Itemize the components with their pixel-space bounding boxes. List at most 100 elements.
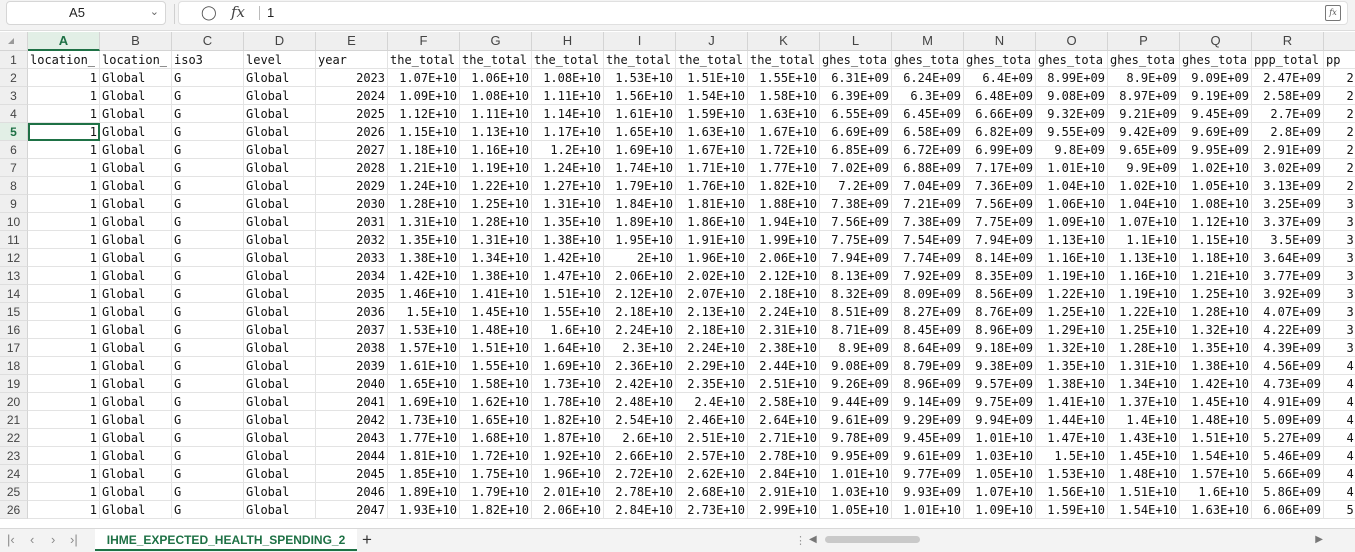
row-header-14[interactable]: 14 [0,285,28,303]
cell-o17[interactable]: 1.32E+10 [1036,339,1108,357]
cell-s12[interactable]: 3. [1324,249,1355,267]
cell-j12[interactable]: 1.96E+10 [676,249,748,267]
cell-j10[interactable]: 1.86E+10 [676,213,748,231]
cell-o25[interactable]: 1.56E+10 [1036,483,1108,501]
cell-l17[interactable]: 8.9E+09 [820,339,892,357]
cell-e13[interactable]: 2034 [316,267,388,285]
cell-i7[interactable]: 1.74E+10 [604,159,676,177]
cell-d9[interactable]: Global [244,195,316,213]
cell-d8[interactable]: Global [244,177,316,195]
cell-f3[interactable]: 1.09E+10 [388,87,460,105]
cell-k13[interactable]: 2.12E+10 [748,267,820,285]
cell-o16[interactable]: 1.29E+10 [1036,321,1108,339]
cell-m9[interactable]: 7.21E+09 [892,195,964,213]
cell-q2[interactable]: 9.09E+09 [1180,69,1252,87]
cell-m13[interactable]: 7.92E+09 [892,267,964,285]
cell-j14[interactable]: 2.07E+10 [676,285,748,303]
cell-q19[interactable]: 1.42E+10 [1180,375,1252,393]
next-sheet-icon[interactable]: › [51,532,55,547]
cell-i9[interactable]: 1.84E+10 [604,195,676,213]
cell-n25[interactable]: 1.07E+10 [964,483,1036,501]
row-header-16[interactable]: 16 [0,321,28,339]
row-header-26[interactable]: 26 [0,501,28,519]
column-header-e[interactable]: E [316,32,388,51]
cell-a9[interactable]: 1 [28,195,100,213]
cell-l2[interactable]: 6.31E+09 [820,69,892,87]
cell-c19[interactable]: G [172,375,244,393]
cell-s4[interactable]: 2. [1324,105,1355,123]
cell-h7[interactable]: 1.24E+10 [532,159,604,177]
cell-o18[interactable]: 1.35E+10 [1036,357,1108,375]
cell-i21[interactable]: 2.54E+10 [604,411,676,429]
cell-j1[interactable]: the_total [676,51,748,69]
cell-h5[interactable]: 1.17E+10 [532,123,604,141]
cell-q11[interactable]: 1.15E+10 [1180,231,1252,249]
last-sheet-icon[interactable]: ›| [70,532,78,547]
cell-n2[interactable]: 6.4E+09 [964,69,1036,87]
cell-b19[interactable]: Global [100,375,172,393]
cell-n3[interactable]: 6.48E+09 [964,87,1036,105]
row-header-21[interactable]: 21 [0,411,28,429]
cell-h1[interactable]: the_total [532,51,604,69]
column-header-m[interactable]: M [892,32,964,51]
sheet-tab-active[interactable]: IHME_EXPECTED_HEALTH_SPENDING_2 [95,529,357,551]
cell-l25[interactable]: 1.03E+10 [820,483,892,501]
row-header-10[interactable]: 10 [0,213,28,231]
cell-q8[interactable]: 1.05E+10 [1180,177,1252,195]
cell-e10[interactable]: 2031 [316,213,388,231]
cell-i22[interactable]: 2.6E+10 [604,429,676,447]
cell-c15[interactable]: G [172,303,244,321]
zoom-icon[interactable]: ◯ [201,4,217,21]
cell-m16[interactable]: 8.45E+09 [892,321,964,339]
cell-c3[interactable]: G [172,87,244,105]
cell-f11[interactable]: 1.35E+10 [388,231,460,249]
cell-o11[interactable]: 1.13E+10 [1036,231,1108,249]
cell-k16[interactable]: 2.31E+10 [748,321,820,339]
cell-g2[interactable]: 1.06E+10 [460,69,532,87]
cell-h21[interactable]: 1.82E+10 [532,411,604,429]
cell-f10[interactable]: 1.31E+10 [388,213,460,231]
cell-n26[interactable]: 1.09E+10 [964,501,1036,519]
cell-s14[interactable]: 3. [1324,285,1355,303]
cell-b14[interactable]: Global [100,285,172,303]
cell-b18[interactable]: Global [100,357,172,375]
cell-e2[interactable]: 2023 [316,69,388,87]
cell-j19[interactable]: 2.35E+10 [676,375,748,393]
cell-b23[interactable]: Global [100,447,172,465]
cell-s1[interactable]: pp [1324,51,1355,69]
cell-o8[interactable]: 1.04E+10 [1036,177,1108,195]
cell-m4[interactable]: 6.45E+09 [892,105,964,123]
cell-b4[interactable]: Global [100,105,172,123]
row-header-13[interactable]: 13 [0,267,28,285]
cell-p16[interactable]: 1.25E+10 [1108,321,1180,339]
row-header-22[interactable]: 22 [0,429,28,447]
cell-f8[interactable]: 1.24E+10 [388,177,460,195]
cell-m21[interactable]: 9.29E+09 [892,411,964,429]
cell-i25[interactable]: 2.78E+10 [604,483,676,501]
cell-i19[interactable]: 2.42E+10 [604,375,676,393]
cell-j21[interactable]: 2.46E+10 [676,411,748,429]
select-all-corner[interactable] [0,32,28,51]
cell-d12[interactable]: Global [244,249,316,267]
cell-a19[interactable]: 1 [28,375,100,393]
cell-r9[interactable]: 3.25E+09 [1252,195,1324,213]
cell-p3[interactable]: 8.97E+09 [1108,87,1180,105]
cell-d14[interactable]: Global [244,285,316,303]
cell-g10[interactable]: 1.28E+10 [460,213,532,231]
cell-m15[interactable]: 8.27E+09 [892,303,964,321]
cell-f12[interactable]: 1.38E+10 [388,249,460,267]
cell-h12[interactable]: 1.42E+10 [532,249,604,267]
cell-g9[interactable]: 1.25E+10 [460,195,532,213]
cell-r5[interactable]: 2.8E+09 [1252,123,1324,141]
row-header-18[interactable]: 18 [0,357,28,375]
cell-q15[interactable]: 1.28E+10 [1180,303,1252,321]
column-header-o[interactable]: O [1036,32,1108,51]
cell-n19[interactable]: 9.57E+09 [964,375,1036,393]
cell-p13[interactable]: 1.16E+10 [1108,267,1180,285]
row-header-1[interactable]: 1 [0,51,28,69]
cell-l6[interactable]: 6.85E+09 [820,141,892,159]
scroll-thumb[interactable] [825,536,920,543]
cell-k1[interactable]: the_total [748,51,820,69]
cell-r22[interactable]: 5.27E+09 [1252,429,1324,447]
cell-h14[interactable]: 1.51E+10 [532,285,604,303]
